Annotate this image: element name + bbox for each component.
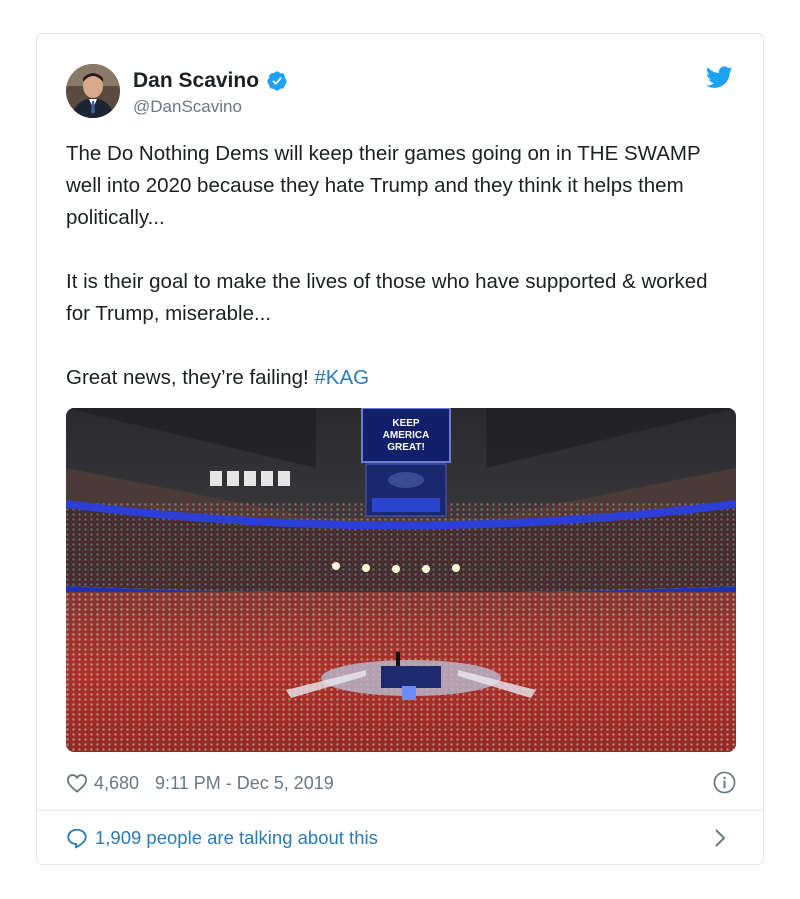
heart-icon[interactable]	[66, 773, 88, 793]
svg-text:AMERICA: AMERICA	[383, 430, 430, 441]
author-display-name[interactable]: Dan Scavino	[133, 68, 259, 94]
info-icon[interactable]	[713, 771, 736, 794]
twitter-bird-icon[interactable]	[706, 66, 733, 89]
tweet-paragraph-last: Great news, they’re failing! #KAG	[66, 362, 736, 394]
svg-text:GREAT!: GREAT!	[387, 442, 425, 453]
tweet-timestamp[interactable]: 9:11 PM - Dec 5, 2019	[155, 773, 334, 794]
divider	[37, 810, 763, 811]
author-block: Dan Scavino @DanScavino	[133, 68, 288, 117]
tweet-paragraph: It is their goal to make the lives of th…	[66, 270, 708, 325]
rally-arena-image: KEEP AMERICA GREAT!	[66, 408, 736, 752]
hashtag-link[interactable]: #KAG	[314, 366, 369, 389]
tweet-card[interactable]: Dan Scavino @DanScavino The Do Nothing D…	[36, 33, 764, 865]
conversation-count-text: 1,909 people are talking about this	[95, 827, 378, 848]
chevron-right-icon	[715, 829, 726, 847]
tweet-media-photo[interactable]: KEEP AMERICA GREAT!	[66, 408, 736, 752]
tweet-paragraph-text: Great news, they’re failing!	[66, 366, 315, 389]
tweet-meta-row: 4,680 9:11 PM - Dec 5, 2019	[66, 771, 736, 795]
verified-badge-icon	[267, 71, 287, 91]
tweet-paragraph: The Do Nothing Dems will keep their game…	[66, 142, 701, 229]
author-handle[interactable]: @DanScavino	[133, 97, 288, 117]
conversation-link[interactable]: 1,909 people are talking about this	[66, 825, 736, 851]
like-count[interactable]: 4,680	[94, 773, 139, 794]
scoreboard-text: KEEP	[392, 418, 420, 429]
tweet-text: The Do Nothing Dems will keep their game…	[66, 138, 736, 394]
speech-bubble-icon	[67, 828, 87, 849]
avatar[interactable]	[66, 64, 120, 118]
avatar-image	[66, 64, 120, 118]
